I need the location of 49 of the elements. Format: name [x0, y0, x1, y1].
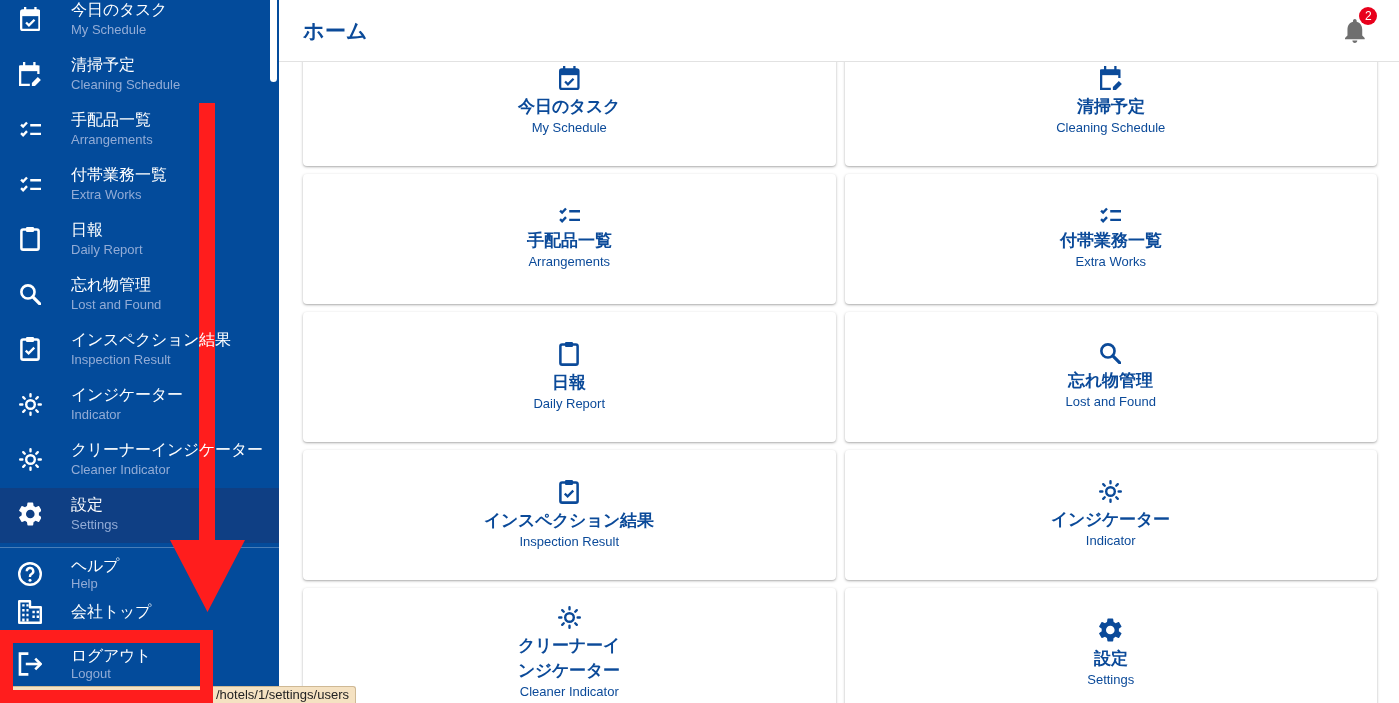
menu-card[interactable]: 手配品一覧 Arrangements [303, 174, 836, 304]
calendar-check-icon [558, 65, 580, 90]
search-icon [1100, 343, 1122, 364]
menu-card[interactable]: 日報 Daily Report [303, 312, 836, 442]
nav-item[interactable]: 忘れ物管理 Lost and Found [0, 268, 279, 323]
nav-item[interactable]: 手配品一覧 Arrangements [0, 103, 279, 158]
nav-item[interactable]: インスペクション結果 Inspection Result [0, 323, 279, 378]
menu-card[interactable]: インジケーター Indicator [844, 450, 1377, 580]
scrollbar-thumb[interactable] [270, 0, 277, 82]
page-title: ホーム [303, 17, 368, 44]
nav-item[interactable]: 設定 Settings [0, 488, 279, 543]
calendar-check-icon [19, 7, 41, 31]
checklist-icon [1100, 207, 1122, 224]
calendar-pencil-icon [19, 62, 41, 86]
clipboard-check-icon [20, 337, 40, 361]
menu-card[interactable]: インスペクション結果 Inspection Result [303, 450, 836, 580]
checklist-icon [19, 175, 41, 193]
clipboard-icon [559, 341, 580, 366]
help-icon [18, 562, 42, 586]
settings-icon [18, 502, 42, 526]
sun-icon [18, 392, 42, 416]
menu-card[interactable]: 忘れ物管理 Lost and Found [844, 312, 1377, 442]
nav-item[interactable]: ログアウト Logout [0, 644, 279, 684]
checklist-icon [19, 120, 41, 138]
clipboard-icon [20, 227, 40, 251]
nav-item[interactable]: クリーナーインジケーター Cleaner Indicator [0, 433, 279, 488]
notification-badge: 2 [1359, 6, 1378, 25]
nav-item[interactable]: 今日のタスク My Schedule [0, 0, 279, 48]
nav-item[interactable]: 清掃予定 Cleaning Schedule [0, 48, 279, 103]
calendar-pencil-icon [1099, 65, 1122, 90]
nav-item[interactable]: 日報 Daily Report [0, 213, 279, 268]
menu-card[interactable]: 今日のタスク My Schedule [303, 62, 836, 166]
search-icon [19, 283, 41, 305]
menu-card[interactable]: 付帯業務一覧 Extra Works [844, 174, 1377, 304]
sun-icon [18, 447, 42, 471]
settings-icon [1099, 617, 1123, 642]
clipboard-check-icon [559, 479, 580, 504]
notifications-bell-icon[interactable] [1345, 18, 1365, 43]
menu-card[interactable]: 清掃予定 Cleaning Schedule [844, 62, 1377, 166]
nav-item[interactable]: 付帯業務一覧 Extra Works [0, 158, 279, 213]
nav-item[interactable]: ヘルプ Help [0, 552, 279, 596]
logout-icon [18, 652, 42, 676]
menu-card[interactable]: 設定 Settings [844, 588, 1377, 703]
sun-icon [1099, 480, 1123, 503]
nav-item[interactable]: 会社トップ [0, 596, 279, 628]
building-icon [18, 600, 42, 624]
nav-item[interactable]: インジケーター Indicator [0, 378, 279, 433]
checklist-icon [558, 207, 580, 224]
sun-icon [557, 605, 581, 629]
